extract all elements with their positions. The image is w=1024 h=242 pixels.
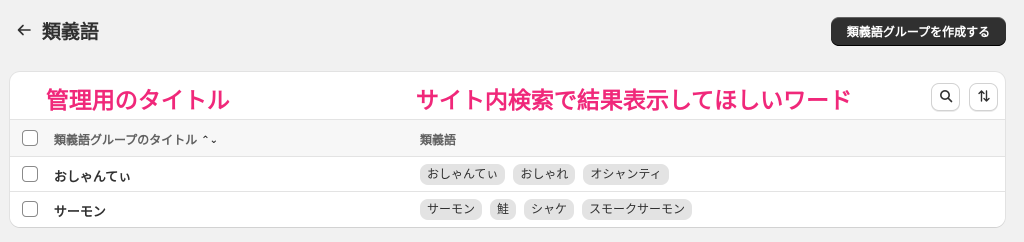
synonym-groups-card: 管理用のタイトル サイト内検索で結果表示してほしいワード 類義語グループのタイト…: [10, 72, 1005, 227]
synonym-tag: サーモン: [420, 199, 483, 220]
synonym-tag: シャケ: [524, 199, 575, 220]
title-annotation: 管理用のタイトル: [46, 88, 230, 114]
arrow-left-icon[interactable]: [14, 20, 34, 40]
search-button[interactable]: [931, 83, 960, 111]
group-title[interactable]: おしゃんてぃ: [54, 166, 131, 185]
row-checkbox[interactable]: [22, 166, 38, 182]
column-header-title[interactable]: 類義語グループのタイトル ⌃⌄: [54, 131, 218, 148]
table-row[interactable]: おしゃんてぃ おしゃんてぃ おしゃれ オシャンティ: [10, 157, 1005, 192]
synonym-tag: おしゃれ: [513, 164, 576, 185]
table-row[interactable]: サーモン サーモン 鮭 シャケ スモークサーモン: [10, 192, 1005, 227]
synonym-tag: スモークサーモン: [582, 199, 693, 220]
table-toolbar: 管理用のタイトル サイト内検索で結果表示してほしいワード: [10, 72, 1005, 119]
page-title: 類義語: [42, 21, 100, 43]
synonym-tag: オシャンティ: [583, 164, 669, 185]
table-header: 類義語グループのタイトル ⌃⌄ 類義語: [10, 119, 1005, 157]
synonym-tag: おしゃんてぃ: [420, 164, 506, 185]
page-header: 類義語 類義語グループを作成する: [0, 0, 1024, 64]
synonym-tags: サーモン 鮭 シャケ スモークサーモン: [420, 199, 693, 220]
sort-caret-icon[interactable]: ⌃⌄: [201, 135, 218, 146]
synonyms-annotation: サイト内検索で結果表示してほしいワード: [416, 88, 853, 114]
synonym-tags: おしゃんてぃ おしゃれ オシャンティ: [420, 164, 669, 185]
select-all-checkbox[interactable]: [22, 130, 38, 146]
row-checkbox[interactable]: [22, 201, 38, 217]
search-icon: [939, 88, 953, 107]
group-title[interactable]: サーモン: [54, 201, 106, 220]
sort-button[interactable]: [969, 83, 998, 111]
column-title-label: 類義語グループのタイトル: [54, 133, 198, 147]
synonym-tag: 鮭: [490, 199, 517, 220]
create-synonym-group-button[interactable]: 類義語グループを作成する: [831, 17, 1006, 46]
column-header-synonyms: 類義語: [420, 133, 457, 147]
sort-icon: [977, 88, 991, 107]
